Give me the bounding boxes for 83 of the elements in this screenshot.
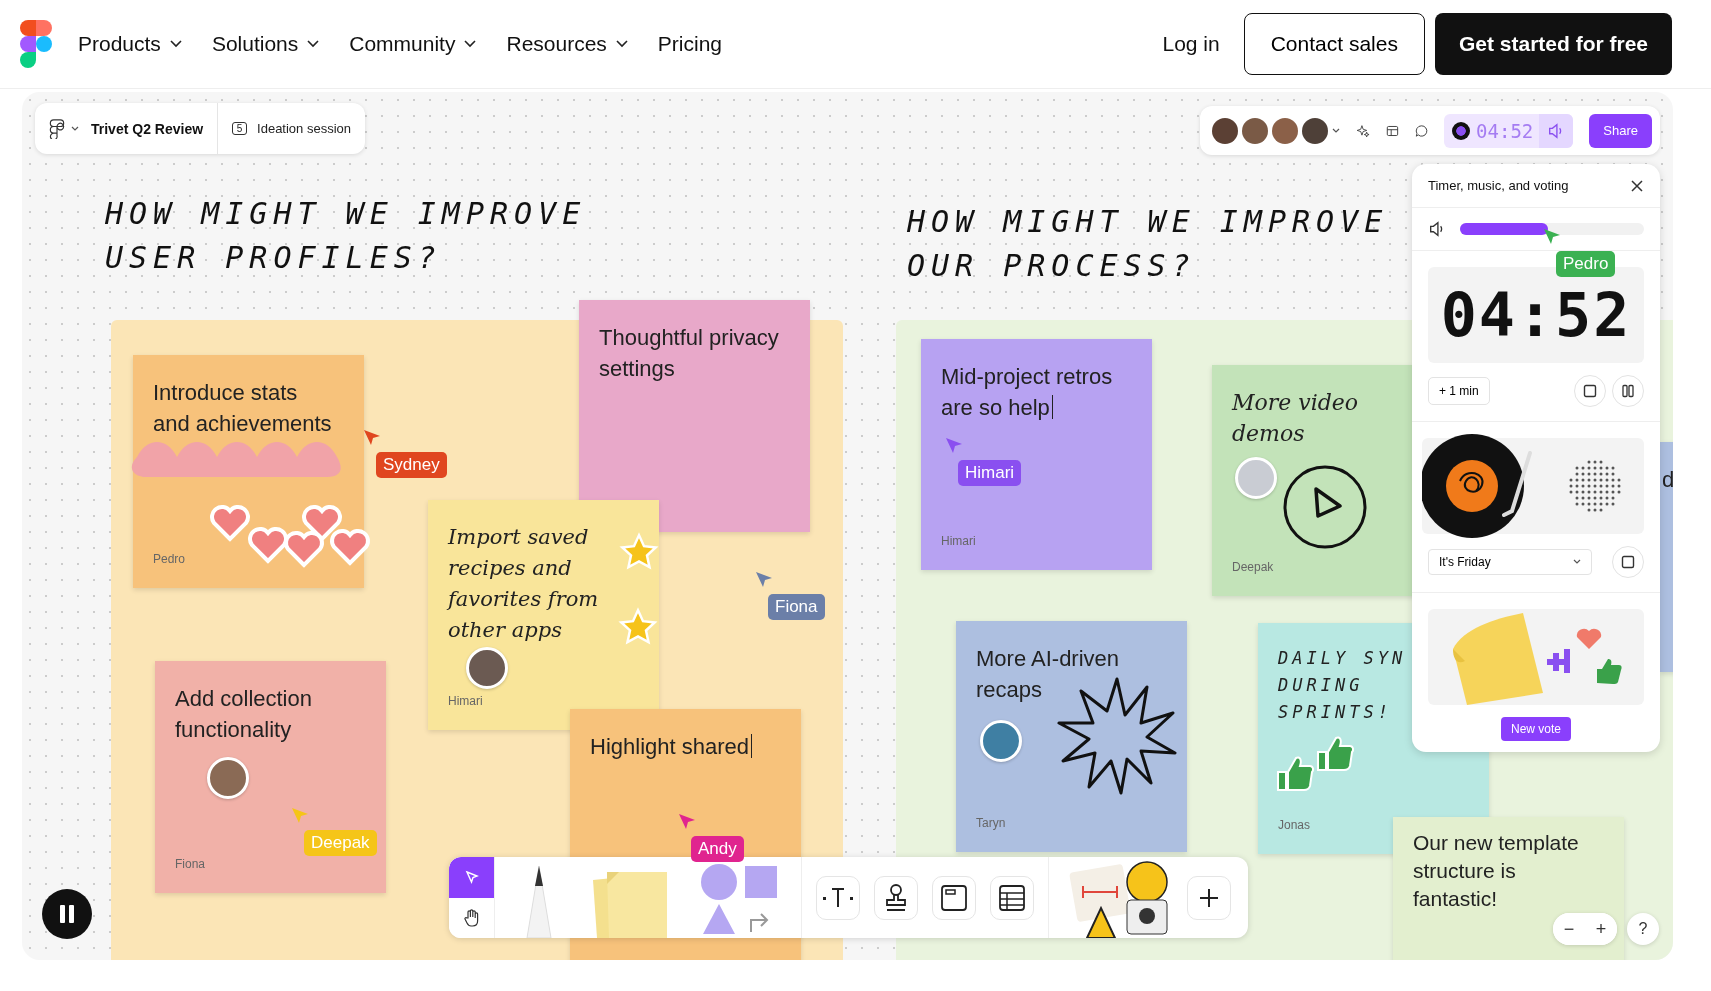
text-tool[interactable] xyxy=(816,875,860,920)
star-icon xyxy=(619,532,659,572)
hand-tool[interactable] xyxy=(449,897,495,938)
table-icon xyxy=(997,882,1027,913)
section-icon xyxy=(939,882,969,913)
file-name: Trivet Q2 Review xyxy=(91,120,204,137)
nav-link[interactable]: Solutions xyxy=(211,32,320,56)
stop-icon xyxy=(1583,384,1597,398)
contact-sales-button[interactable]: Contact sales xyxy=(1243,13,1425,75)
panel-title: Timer, music, and voting xyxy=(1428,178,1569,193)
stop-button[interactable] xyxy=(1574,375,1606,407)
note-text: Highlight shared xyxy=(590,731,781,762)
volume-slider[interactable] xyxy=(1460,223,1644,235)
select-tool[interactable] xyxy=(449,857,495,898)
pause-button[interactable] xyxy=(42,889,92,939)
logo-icon[interactable] xyxy=(20,20,52,68)
note-author: Pedro xyxy=(153,552,186,566)
nav-link[interactable]: Resources xyxy=(506,32,628,56)
stop-button[interactable] xyxy=(1612,546,1644,578)
play-icon xyxy=(1282,464,1368,550)
session-button[interactable]: 5 Ideation session xyxy=(232,121,351,136)
avatar[interactable] xyxy=(1302,117,1328,144)
plus-icon xyxy=(1198,886,1220,909)
note-text: Thoughtful privacy settings xyxy=(599,324,780,383)
note-author: Fiona xyxy=(175,857,206,871)
star-icon xyxy=(618,607,658,647)
new-vote-button[interactable]: New vote xyxy=(1501,717,1571,741)
sticky-note[interactable]: d xyxy=(1660,442,1673,672)
note-author: Jonas xyxy=(1278,818,1311,832)
caret-icon xyxy=(71,125,79,132)
share-button[interactable]: Share xyxy=(1589,113,1652,148)
whiteboard-canvas[interactable] xyxy=(22,92,1673,960)
note-text: Introduce stats and achievements xyxy=(153,379,333,438)
nav-link[interactable]: Products xyxy=(78,32,182,56)
table-tool[interactable] xyxy=(990,875,1034,920)
add-minute-button[interactable]: + 1 min xyxy=(1428,377,1490,405)
section-tool[interactable] xyxy=(932,875,976,920)
track-dropdown[interactable]: It's Friday xyxy=(1428,549,1592,575)
note-author: Taryn xyxy=(976,816,1006,830)
zoom-in-button[interactable]: + xyxy=(1585,913,1617,945)
board-heading: HOW MIGHT WE IMPROVE USER PROFILES? xyxy=(105,195,588,277)
note-text: DAILY SYN DURING SPRINTS! xyxy=(1278,647,1408,724)
get-started-button[interactable]: Get started for free xyxy=(1434,13,1672,75)
add-button[interactable] xyxy=(1187,875,1231,920)
cursor-label: Pedro xyxy=(1556,251,1616,277)
cursor-label: Fiona xyxy=(768,594,825,620)
main-menu-button[interactable] xyxy=(49,118,79,139)
avatar[interactable] xyxy=(1242,117,1268,144)
starburst-icon xyxy=(1057,675,1177,795)
cursor-label: Andy xyxy=(691,836,744,862)
note-text: Mid-project retros are so help xyxy=(941,363,1114,422)
speaker-grille-icon xyxy=(1568,459,1622,513)
cursor-label: Sydney xyxy=(376,452,447,478)
close-icon[interactable] xyxy=(1630,178,1644,193)
note-author: Himari xyxy=(941,534,976,548)
pause-icon xyxy=(1621,384,1635,398)
note-text: More video demos xyxy=(1232,389,1360,448)
sticky-note[interactable]: Import saved recipes and favorites from other apps Himari xyxy=(428,500,659,730)
menu-logo-icon xyxy=(49,118,65,139)
note-author: Deepak xyxy=(1232,560,1274,574)
avatar[interactable] xyxy=(1272,117,1298,144)
cursor-label: Deepak xyxy=(304,830,377,856)
avatar[interactable] xyxy=(1212,117,1238,144)
pointer-icon xyxy=(463,869,480,886)
note-text: More AI-driven recaps xyxy=(976,645,1121,704)
nav-link[interactable]: Community xyxy=(349,32,477,56)
music-disc-icon xyxy=(1452,121,1471,140)
note-text: d xyxy=(1662,466,1673,494)
cursor-label: Himari xyxy=(958,460,1022,486)
board-heading: HOW MIGHT WE IMPROVE OUR PROCESS? xyxy=(907,203,1390,285)
pause-icon xyxy=(58,904,76,924)
stamp-tool[interactable] xyxy=(874,875,918,920)
sticky-note[interactable]: More AI-driven recaps Taryn xyxy=(956,621,1187,852)
timer-reading: 04:52 xyxy=(1476,119,1534,142)
zoom-out-button[interactable]: − xyxy=(1553,913,1585,945)
note-text: Add collection functionality xyxy=(175,685,313,744)
stop-icon xyxy=(1621,555,1635,569)
login-link[interactable]: Log in xyxy=(1162,32,1220,56)
caret-icon xyxy=(1573,559,1581,565)
note-author: Himari xyxy=(448,694,483,708)
caret-icon[interactable] xyxy=(1332,127,1340,134)
nav-link[interactable]: Pricing xyxy=(657,32,723,56)
stamp-icon xyxy=(883,882,909,913)
